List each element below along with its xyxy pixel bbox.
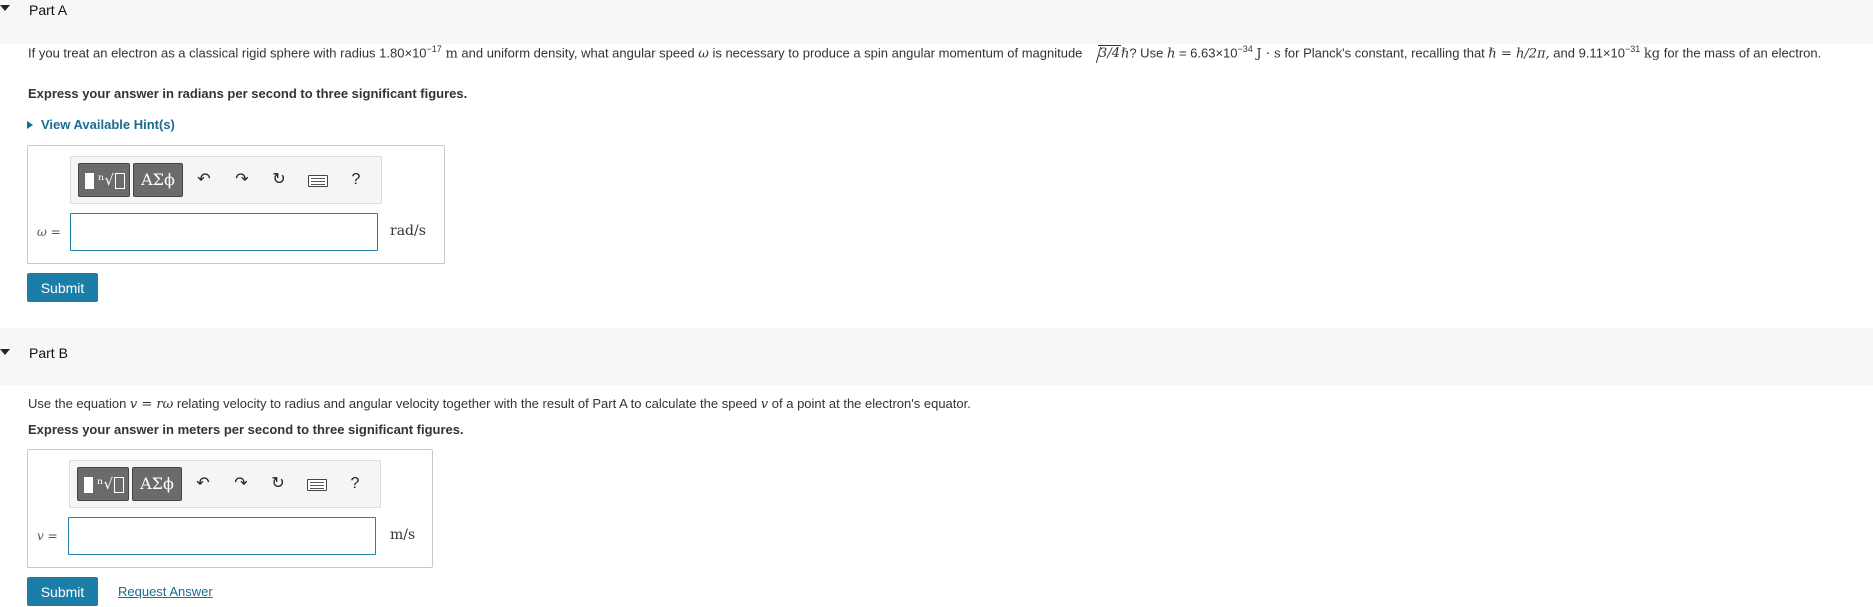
part-b-submit-button[interactable]: Submit (27, 577, 98, 606)
part-a-instruction: Express your answer in radians per secon… (28, 86, 468, 101)
part-b: Part B (0, 328, 1873, 385)
greek-symbols-icon[interactable]: ΑΣϕ (133, 163, 183, 197)
part-a: Part A (0, 0, 1873, 44)
v-answer-input[interactable] (68, 517, 376, 555)
part-b-answer-box: ⁿ√ ΑΣϕ ↶ ↷ ↻ ? v = m/s (27, 449, 433, 568)
part-a-header[interactable]: Part A (0, 0, 1873, 44)
reset-icon[interactable]: ↻ (268, 169, 290, 191)
redo-icon[interactable]: ↷ (230, 473, 252, 495)
templates-icon[interactable]: ⁿ√ (78, 163, 130, 197)
omega-answer-input[interactable] (70, 213, 378, 251)
part-b-question: Use the equation v = rω relating velocit… (28, 396, 971, 412)
undo-icon[interactable]: ↶ (193, 169, 215, 191)
v-unit: m/s (390, 527, 416, 543)
triangle-right-icon (27, 121, 33, 129)
omega-unit: rad/s (390, 223, 426, 239)
part-b-header[interactable]: Part B (0, 328, 1873, 385)
part-a-math-toolbar: ⁿ√ ΑΣϕ ↶ ↷ ↻ ? (70, 156, 382, 204)
part-b-instruction: Express your answer in meters per second… (28, 422, 464, 437)
part-a-submit-button[interactable]: Submit (27, 273, 98, 302)
redo-icon[interactable]: ↷ (231, 169, 253, 191)
sqrt-expression: 3/4 (1086, 45, 1121, 62)
caret-down-icon[interactable] (0, 5, 10, 11)
omega-label: ω = (37, 225, 61, 239)
part-a-answer-box: ⁿ√ ΑΣϕ ↶ ↷ ↻ ? ω = rad/s (27, 145, 445, 264)
undo-icon[interactable]: ↶ (192, 473, 214, 495)
keyboard-icon[interactable] (306, 169, 328, 191)
reset-icon[interactable]: ↻ (267, 473, 289, 495)
part-b-math-toolbar: ⁿ√ ΑΣϕ ↶ ↷ ↻ ? (69, 460, 381, 508)
v-label: v = (37, 529, 58, 543)
part-a-question: If you treat an electron as a classical … (28, 44, 1822, 62)
keyboard-icon[interactable] (305, 473, 327, 495)
templates-icon[interactable]: ⁿ√ (77, 467, 129, 501)
caret-down-icon[interactable] (0, 349, 10, 355)
part-a-title: Part A (29, 2, 68, 18)
request-answer-link[interactable]: Request Answer (118, 584, 213, 599)
part-b-title: Part B (29, 345, 68, 361)
help-icon[interactable]: ? (345, 169, 367, 191)
help-icon[interactable]: ? (344, 473, 366, 495)
greek-symbols-icon[interactable]: ΑΣϕ (132, 467, 182, 501)
view-hints-link[interactable]: View Available Hint(s) (27, 117, 175, 132)
